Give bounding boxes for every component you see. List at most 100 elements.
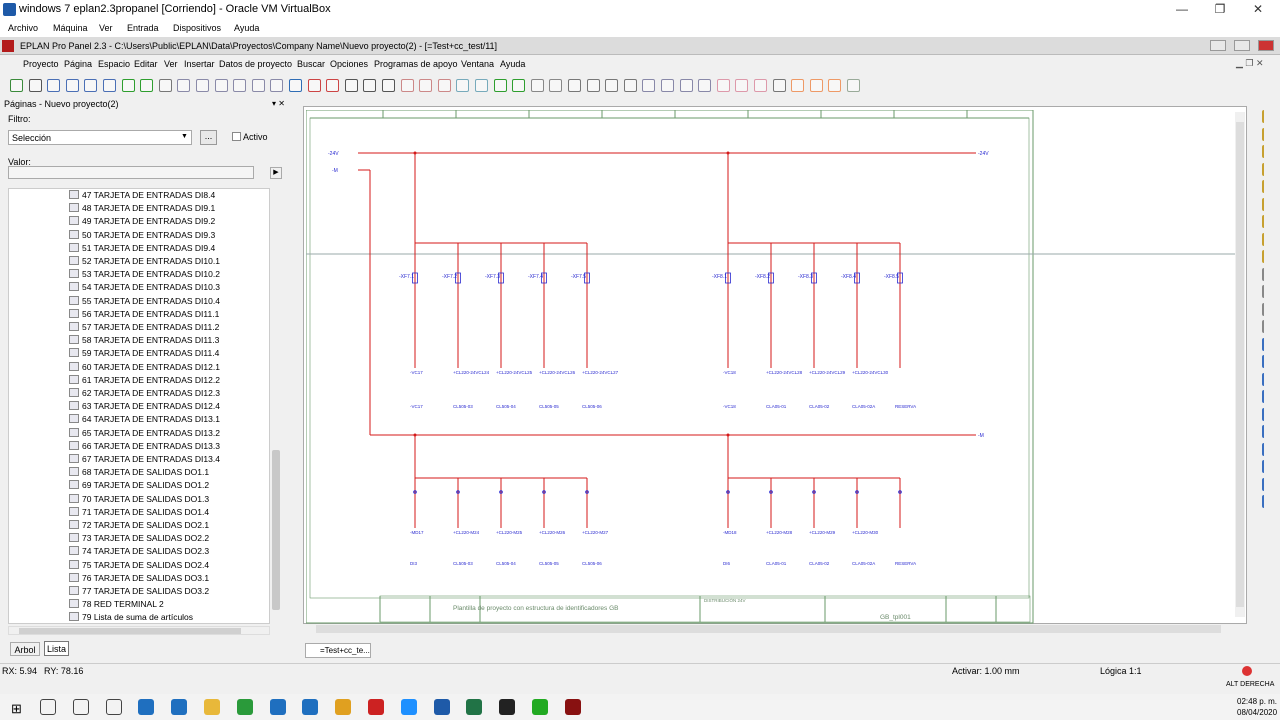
toolbar-tool-icon[interactable] — [84, 79, 98, 92]
filtro-dots-button[interactable]: ... — [200, 130, 217, 145]
page-tree-item[interactable]: 75 TARJETA DE SALIDAS DO2.4 — [69, 559, 209, 573]
schematic-drawing[interactable]: Plantilla de proyecto con estructura de … — [306, 110, 1236, 624]
toolbar-tool-icon[interactable] — [289, 79, 302, 92]
taskbar-app-icon[interactable] — [499, 699, 516, 715]
page-tree-item[interactable]: 69 TARJETA DE SALIDAS DO1.2 — [69, 480, 209, 493]
toolbar-tool-icon[interactable] — [400, 79, 414, 92]
menu-editar[interactable]: Editar — [134, 59, 158, 69]
symbol-tool-icon[interactable] — [1262, 145, 1275, 158]
toolbar-tool-icon[interactable] — [307, 79, 321, 92]
page-tree-item[interactable]: 79 Lista de suma de artículos — [69, 612, 193, 623]
page-tree-item[interactable]: 61 TARJETA DE ENTRADAS DI12.2 — [69, 374, 220, 388]
menu-ver[interactable]: Ver — [99, 23, 113, 33]
canvas-hscroll-thumb[interactable] — [316, 625, 1221, 633]
symbol-tool-icon[interactable] — [1262, 232, 1275, 246]
symbol-tool-icon[interactable] — [1262, 127, 1275, 141]
toolbar-tool-icon[interactable] — [568, 79, 581, 92]
page-tree-item[interactable]: 76 TARJETA DE SALIDAS DO3.1 — [69, 572, 209, 586]
toolbar-tool-icon[interactable] — [475, 79, 488, 92]
taskbar-app-icon[interactable] — [532, 699, 548, 715]
taskbar-app-icon[interactable] — [171, 699, 188, 715]
toolbar-tool-icon[interactable] — [512, 79, 526, 92]
taskbar-app-icon[interactable] — [433, 699, 450, 715]
close-icon[interactable]: ✕ — [1248, 2, 1268, 18]
page-tree-item[interactable]: 57 TARJETA DE ENTRADAS DI11.2 — [69, 322, 219, 335]
page-tree-item[interactable]: 51 TARJETA DE ENTRADAS DI9.4 — [69, 242, 215, 256]
page-tree-item[interactable]: 66 TARJETA DE ENTRADAS DI13.3 — [69, 440, 220, 454]
page-tree-item[interactable]: 73 TARJETA DE SALIDAS DO2.2 — [69, 533, 209, 546]
toolbar-tool-icon[interactable] — [437, 79, 451, 92]
page-tree[interactable]: 47 TARJETA DE ENTRADAS DI8.4 48 TARJETA D… — [8, 188, 270, 624]
status-error-icon[interactable] — [1242, 666, 1252, 676]
menu-datos-proyecto[interactable]: Datos de proyecto — [219, 59, 292, 69]
toolbar-tool-icon[interactable] — [623, 79, 637, 92]
maximize-icon[interactable]: ❐ — [1210, 2, 1230, 18]
valor-input[interactable] — [8, 166, 254, 179]
windows-start-icon[interactable]: ⊞ — [11, 701, 22, 717]
symbol-tool-icon[interactable] — [1262, 442, 1275, 456]
menu-opciones[interactable]: Opciones — [330, 59, 368, 69]
toolbar-tool-icon[interactable] — [233, 79, 247, 92]
toolbar-tool-icon[interactable] — [735, 79, 749, 92]
hscroll-thumb[interactable] — [19, 628, 241, 634]
taskbar-app-icon[interactable] — [400, 699, 417, 715]
page-tree-item[interactable]: 63 TARJETA DE ENTRADAS DI12.4 — [69, 401, 220, 414]
menu-pagina[interactable]: Página — [64, 59, 92, 69]
toolbar-tool-icon[interactable] — [140, 79, 154, 92]
toolbar-tool-icon[interactable] — [158, 79, 172, 92]
symbol-tool-icon[interactable] — [1262, 477, 1275, 491]
symbol-tool-icon[interactable] — [1262, 425, 1275, 438]
symbol-tool-icon[interactable] — [1262, 180, 1275, 193]
panel-pin-icon[interactable]: ▾ ✕ — [272, 99, 285, 108]
symbol-tool-icon[interactable] — [1262, 162, 1275, 176]
page-tree-item[interactable]: 58 TARJETA DE ENTRADAS DI11.3 — [69, 335, 219, 348]
toolbar-tool-icon[interactable] — [28, 79, 42, 92]
canvas-vscroll-thumb[interactable] — [1236, 122, 1244, 607]
toolbar-tool-icon[interactable] — [791, 79, 805, 92]
toolbar-tool-icon[interactable] — [344, 79, 358, 92]
clock-time[interactable]: 02:48 p. m. — [1237, 697, 1277, 706]
toolbar-tool-icon[interactable] — [698, 79, 712, 92]
toolbar-tool-icon[interactable] — [382, 79, 395, 92]
symbol-tool-icon[interactable] — [1262, 267, 1275, 281]
toolbar-tool-icon[interactable] — [196, 79, 209, 92]
symbol-tool-icon[interactable] — [1262, 337, 1275, 351]
page-tree-item[interactable]: 52 TARJETA DE ENTRADAS DI10.1 — [69, 256, 220, 269]
page-tree-item[interactable]: 53 TARJETA DE ENTRADAS DI10.2 — [69, 269, 220, 282]
page-tree-item[interactable]: 77 TARJETA DE SALIDAS DO3.2 — [69, 586, 209, 599]
taskbar-app-icon[interactable] — [302, 699, 319, 715]
toolbar-tool-icon[interactable] — [661, 79, 674, 92]
taskbar-app-icon[interactable] — [72, 699, 89, 715]
menu-proyecto[interactable]: Proyecto — [23, 59, 59, 69]
filtro-select[interactable]: Selección ▼ — [8, 130, 192, 145]
symbol-tool-icon[interactable] — [1262, 390, 1275, 403]
symbol-tool-icon[interactable] — [1262, 197, 1275, 211]
page-tree-item[interactable]: 68 TARJETA DE SALIDAS DO1.1 — [69, 467, 209, 480]
page-tree-item[interactable]: 48 TARJETA DE ENTRADAS DI9.1 — [69, 203, 215, 216]
page-tree-item[interactable]: 49 TARJETA DE ENTRADAS DI9.2 — [69, 216, 215, 229]
scroll-thumb[interactable] — [272, 450, 280, 610]
page-tree-item[interactable]: 59 TARJETA DE ENTRADAS DI11.4 — [69, 348, 219, 361]
toolbar-tool-icon[interactable] — [549, 79, 563, 92]
page-tree-item[interactable]: 50 TARJETA DE ENTRADAS DI9.3 — [69, 229, 215, 243]
tree-scrollbar[interactable] — [270, 188, 282, 624]
taskbar-app-icon[interactable] — [466, 699, 483, 715]
toolbar-tool-icon[interactable] — [177, 79, 191, 92]
symbol-tool-icon[interactable] — [1262, 407, 1275, 421]
menu-ver-eplan[interactable]: Ver — [164, 59, 178, 69]
page-tree-item[interactable]: 70 TARJETA DE SALIDAS DO1.3 — [69, 493, 209, 507]
page-tree-item[interactable]: 54 TARJETA DE ENTRADAS DI10.3 — [69, 282, 220, 295]
symbol-tool-icon[interactable] — [1262, 372, 1275, 386]
toolbar-tool-icon[interactable] — [716, 79, 730, 92]
menu-espacio[interactable]: Espacio — [98, 59, 130, 69]
mdi-controls[interactable]: ▁ ❐ ✕ — [1236, 58, 1276, 69]
menu-maquina[interactable]: Máquina — [53, 23, 88, 33]
toolbar-tool-icon[interactable] — [679, 79, 693, 92]
symbol-tool-icon[interactable] — [1262, 355, 1275, 368]
page-tree-item[interactable]: 47 TARJETA DE ENTRADAS DI8.4 — [69, 190, 215, 203]
symbol-tool-icon[interactable] — [1262, 320, 1275, 333]
taskbar-app-icon[interactable] — [335, 699, 352, 715]
taskbar-app-icon[interactable] — [564, 699, 581, 715]
toolbar-tool-icon[interactable] — [754, 79, 767, 92]
toolbar-tool-icon[interactable] — [530, 79, 544, 92]
